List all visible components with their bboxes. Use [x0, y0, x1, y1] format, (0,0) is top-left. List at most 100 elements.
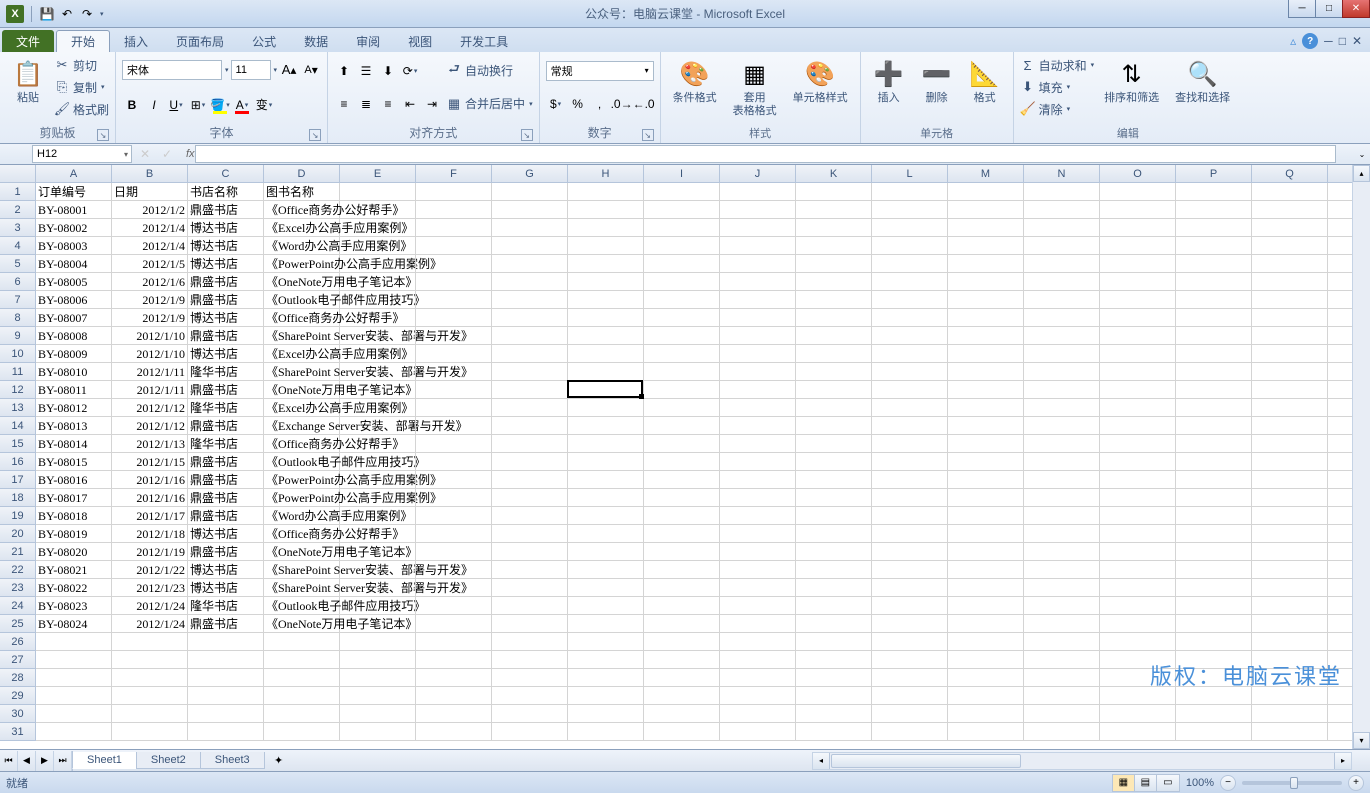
- cell[interactable]: [1100, 705, 1176, 723]
- row-header-12[interactable]: 12: [0, 381, 36, 399]
- row-header-31[interactable]: 31: [0, 723, 36, 741]
- cell[interactable]: 2012/1/9: [112, 291, 188, 309]
- find-select-button[interactable]: 🔍查找和选择: [1169, 54, 1236, 109]
- align-bottom-button[interactable]: ⬇: [378, 61, 398, 81]
- cell[interactable]: [340, 669, 416, 687]
- cell[interactable]: [796, 255, 872, 273]
- cell[interactable]: [948, 525, 1024, 543]
- cell[interactable]: [644, 399, 720, 417]
- new-sheet-button[interactable]: ✦: [267, 752, 291, 770]
- cell[interactable]: BY-08020: [36, 543, 112, 561]
- cell[interactable]: [872, 705, 948, 723]
- undo-button[interactable]: ↶: [59, 6, 75, 22]
- cell[interactable]: [1252, 615, 1328, 633]
- cell[interactable]: [568, 723, 644, 741]
- cell[interactable]: [948, 669, 1024, 687]
- cell[interactable]: 2012/1/22: [112, 561, 188, 579]
- cell[interactable]: [948, 201, 1024, 219]
- cell[interactable]: [1024, 669, 1100, 687]
- cell[interactable]: [1176, 237, 1252, 255]
- cell[interactable]: [1176, 597, 1252, 615]
- cell[interactable]: 2012/1/11: [112, 381, 188, 399]
- cell[interactable]: [644, 669, 720, 687]
- cell[interactable]: BY-08007: [36, 309, 112, 327]
- cell[interactable]: [644, 327, 720, 345]
- cell[interactable]: 《PowerPoint办公高手应用案例》: [264, 489, 340, 507]
- formula-input[interactable]: [195, 145, 1336, 163]
- excel-logo-icon[interactable]: X: [6, 5, 24, 23]
- cell[interactable]: [568, 201, 644, 219]
- cell[interactable]: [1176, 525, 1252, 543]
- cell[interactable]: [1252, 543, 1328, 561]
- cell[interactable]: [492, 219, 568, 237]
- cell[interactable]: [492, 309, 568, 327]
- cell[interactable]: [1100, 453, 1176, 471]
- cell[interactable]: [112, 723, 188, 741]
- fx-icon[interactable]: fx: [186, 148, 195, 160]
- cell[interactable]: [568, 399, 644, 417]
- cell[interactable]: 书店名称: [188, 183, 264, 201]
- cell[interactable]: [644, 291, 720, 309]
- cell[interactable]: [948, 273, 1024, 291]
- cell[interactable]: [796, 543, 872, 561]
- cell[interactable]: [872, 669, 948, 687]
- cell[interactable]: [264, 705, 340, 723]
- cell[interactable]: 《Office商务办公好帮手》: [264, 435, 340, 453]
- cell[interactable]: [340, 579, 416, 597]
- cell[interactable]: [492, 525, 568, 543]
- cell[interactable]: [948, 705, 1024, 723]
- cell[interactable]: [1100, 219, 1176, 237]
- cell[interactable]: [340, 273, 416, 291]
- cell[interactable]: [796, 579, 872, 597]
- cell[interactable]: [644, 201, 720, 219]
- cell[interactable]: BY-08006: [36, 291, 112, 309]
- inner-minimize-icon[interactable]: ─: [1324, 34, 1333, 48]
- cell[interactable]: 鼎盛书店: [188, 291, 264, 309]
- cell[interactable]: [568, 579, 644, 597]
- cell[interactable]: [644, 183, 720, 201]
- cell[interactable]: [1252, 561, 1328, 579]
- cell[interactable]: [1024, 633, 1100, 651]
- cell[interactable]: [112, 651, 188, 669]
- cell[interactable]: [1252, 291, 1328, 309]
- cell[interactable]: [796, 453, 872, 471]
- comma-button[interactable]: ,: [590, 94, 610, 114]
- delete-cells-button[interactable]: ➖删除: [915, 54, 959, 109]
- cell[interactable]: [568, 561, 644, 579]
- table-row[interactable]: BY-080212012/1/22博达书店《SharePoint Server安…: [36, 561, 1352, 579]
- cell[interactable]: [1100, 399, 1176, 417]
- cell[interactable]: [720, 687, 796, 705]
- paste-button[interactable]: 📋 粘贴: [6, 54, 50, 109]
- cell[interactable]: [568, 219, 644, 237]
- cell[interactable]: [1252, 219, 1328, 237]
- cell[interactable]: [492, 237, 568, 255]
- cell[interactable]: [340, 687, 416, 705]
- table-row[interactable]: BY-080112012/1/11鼎盛书店《OneNote万用电子笔记本》: [36, 381, 1352, 399]
- spreadsheet-grid[interactable]: ABCDEFGHIJKLMNOPQR 123456789101112131415…: [0, 165, 1370, 749]
- cell[interactable]: [644, 705, 720, 723]
- cell[interactable]: [1252, 579, 1328, 597]
- cell[interactable]: [948, 615, 1024, 633]
- minimize-button[interactable]: ─: [1288, 0, 1316, 18]
- cell[interactable]: [796, 381, 872, 399]
- cell[interactable]: 2012/1/10: [112, 327, 188, 345]
- cell[interactable]: [492, 399, 568, 417]
- table-row[interactable]: BY-080222012/1/23博达书店《SharePoint Server安…: [36, 579, 1352, 597]
- cell[interactable]: [492, 417, 568, 435]
- cell[interactable]: [340, 363, 416, 381]
- cell[interactable]: [948, 561, 1024, 579]
- col-header-F[interactable]: F: [416, 165, 492, 182]
- cell[interactable]: [340, 507, 416, 525]
- cell[interactable]: [1252, 381, 1328, 399]
- underline-button[interactable]: U▾: [166, 95, 186, 115]
- cell[interactable]: [1252, 417, 1328, 435]
- cell[interactable]: [644, 507, 720, 525]
- cell[interactable]: [568, 543, 644, 561]
- cell[interactable]: [872, 435, 948, 453]
- cell[interactable]: [1100, 327, 1176, 345]
- cell[interactable]: 《Excel办公高手应用案例》: [264, 345, 340, 363]
- cell[interactable]: [720, 471, 796, 489]
- cell[interactable]: [720, 309, 796, 327]
- cell[interactable]: [1100, 633, 1176, 651]
- cell[interactable]: [1176, 327, 1252, 345]
